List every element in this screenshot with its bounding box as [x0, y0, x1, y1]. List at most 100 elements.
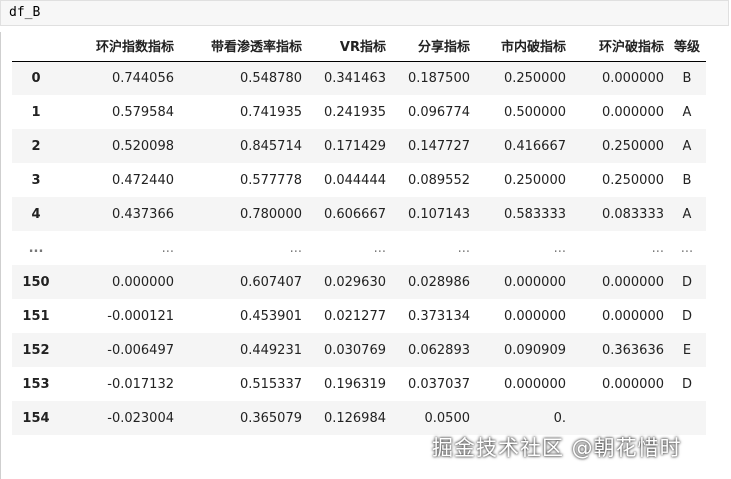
table-cell: 0.000000	[503, 274, 566, 290]
table-cell: 0.515337	[239, 376, 302, 392]
column-header: VR指标	[306, 31, 390, 62]
grade-cell: A	[682, 206, 692, 222]
table-cell: 0.250000	[503, 70, 566, 86]
table-row: 0 0.744056 0.548780 0.341463 0.187500 0.…	[12, 61, 706, 95]
table-cell: 0.000000	[601, 274, 664, 290]
table-cell: 0.044444	[323, 172, 386, 188]
table-cell: 0.583333	[503, 206, 566, 222]
table-row: 2 0.520098 0.845714 0.171429 0.147727 0.…	[12, 129, 706, 163]
table-cell: 0.363636	[601, 342, 664, 358]
header-row: 环沪指数指标 带看渗透率指标 VR指标 分享指标 市内破指标 环沪破指标 等级	[12, 31, 706, 62]
row-index: 152	[22, 342, 50, 358]
table-cell: 0.845714	[239, 138, 302, 154]
table-cell	[570, 401, 668, 435]
table-cell: 0.741935	[239, 104, 302, 120]
table-cell: 0.030769	[323, 342, 386, 358]
table-cell: 0.607407	[239, 274, 302, 290]
table-row: 151 -0.000121 0.453901 0.021277 0.373134…	[12, 299, 706, 333]
table-cell: 0.437366	[111, 206, 174, 222]
table-cell: 0.520098	[111, 138, 174, 154]
row-index: 0	[31, 70, 41, 86]
table-cell: -0.023004	[107, 410, 174, 426]
column-header: 分享指标	[390, 31, 474, 62]
table-cell: 0.171429	[323, 138, 386, 154]
table-cell: 0.147727	[407, 138, 470, 154]
table-cell: 0.780000	[239, 206, 302, 222]
row-index: 2	[31, 138, 41, 154]
table-cell: 0.365079	[239, 410, 302, 426]
row-index: 153	[22, 376, 50, 392]
table-cell: 0.250000	[601, 138, 664, 154]
table-cell: ...	[373, 240, 386, 256]
table-cell: 0.000000	[111, 274, 174, 290]
grade-cell: E	[682, 342, 692, 358]
row-index: 4	[31, 206, 41, 222]
table-cell: 0.107143	[407, 206, 470, 222]
column-header: 等级	[668, 31, 706, 62]
table-cell: 0.416667	[503, 138, 566, 154]
grade-cell: ...	[680, 240, 694, 256]
table-cell: 0.089552	[407, 172, 470, 188]
table-cell: 0.341463	[323, 70, 386, 86]
row-index: 151	[22, 308, 50, 324]
table-cell: 0.000000	[601, 104, 664, 120]
table-row: 3 0.472440 0.577778 0.044444 0.089552 0.…	[12, 163, 706, 197]
watermark: 掘金技术社区 @朝花惜时	[432, 436, 682, 460]
column-header: 环沪指数指标	[60, 31, 178, 62]
table-cell: 0.062893	[407, 342, 470, 358]
table-cell: 0.187500	[407, 70, 470, 86]
table-cell: 0.029630	[323, 274, 386, 290]
grade-cell: A	[682, 104, 692, 120]
table-cell: ...	[161, 240, 174, 256]
table-row: 1 0.579584 0.741935 0.241935 0.096774 0.…	[12, 95, 706, 129]
table-cell: 0.453901	[239, 308, 302, 324]
grade-cell: D	[681, 308, 692, 324]
dataframe-table: 环沪指数指标 带看渗透率指标 VR指标 分享指标 市内破指标 环沪破指标 等级 …	[12, 31, 706, 435]
table-cell: 0.090909	[503, 342, 566, 358]
code-cell-input[interactable]: df_B	[0, 0, 729, 26]
grade-cell: B	[682, 70, 692, 86]
table-cell: 0.096774	[407, 104, 470, 120]
table-row: 154 -0.023004 0.365079 0.126984 0.0500 0…	[12, 401, 706, 435]
table-cell: 0.548780	[239, 70, 302, 86]
table-cell: 0.241935	[323, 104, 386, 120]
table-cell: 0.577778	[239, 172, 302, 188]
table-cell: 0.028986	[407, 274, 470, 290]
table-cell: -0.006497	[107, 342, 174, 358]
ellipsis-row: ... ... ... ... ... ... ... ...	[12, 231, 706, 265]
table-cell: 0.196319	[323, 376, 386, 392]
table-cell: 0.472440	[111, 172, 174, 188]
table-cell: 0.000000	[601, 308, 664, 324]
grade-cell	[668, 401, 706, 435]
row-index: 154	[22, 410, 50, 426]
table-cell: 0.000000	[601, 376, 664, 392]
table-cell: 0.021277	[323, 308, 386, 324]
grade-cell: B	[682, 172, 692, 188]
table-cell: 0.744056	[111, 70, 174, 86]
table-cell: 0.250000	[503, 172, 566, 188]
row-index: 3	[31, 172, 41, 188]
table-cell: ...	[651, 240, 664, 256]
grade-cell: D	[681, 274, 692, 290]
table-cell: 0.250000	[601, 172, 664, 188]
table-cell: 0.000000	[503, 308, 566, 324]
table-cell: 0.000000	[503, 376, 566, 392]
table-cell: 0.579584	[111, 104, 174, 120]
table-row: 4 0.437366 0.780000 0.606667 0.107143 0.…	[12, 197, 706, 231]
table-cell: -0.017132	[107, 376, 174, 392]
table-cell: 0.	[553, 410, 566, 426]
row-index: 1	[31, 104, 41, 120]
table-cell: ...	[553, 240, 566, 256]
column-header: 带看渗透率指标	[178, 31, 306, 62]
table-cell: 0.373134	[407, 308, 470, 324]
row-index: ...	[28, 240, 44, 256]
table-row: 152 -0.006497 0.449231 0.030769 0.062893…	[12, 333, 706, 367]
table-cell: 0.083333	[601, 206, 664, 222]
column-header: 环沪破指标	[570, 31, 668, 62]
table-cell: ...	[289, 240, 302, 256]
table-cell: 0.126984	[323, 410, 386, 426]
table-row: 150 0.000000 0.607407 0.029630 0.028986 …	[12, 265, 706, 299]
table-row: 153 -0.017132 0.515337 0.196319 0.037037…	[12, 367, 706, 401]
table-cell: 0.000000	[601, 70, 664, 86]
table-cell: 0.449231	[239, 342, 302, 358]
